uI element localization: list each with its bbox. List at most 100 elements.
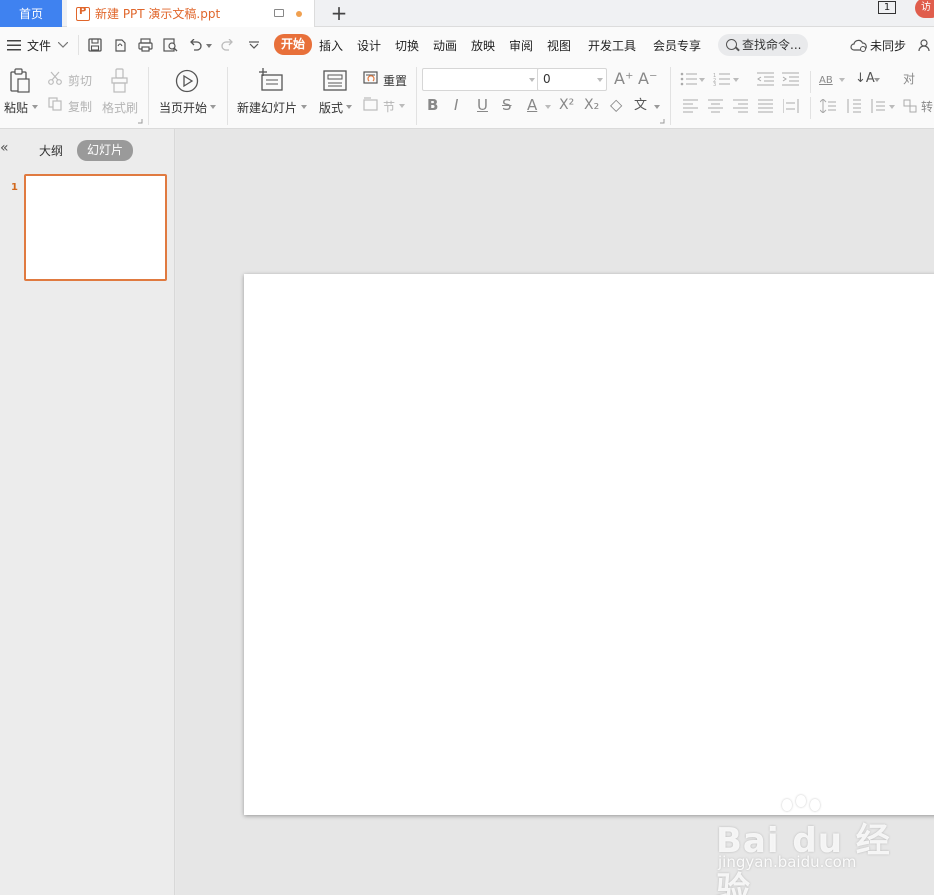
increase-indent-icon[interactable] [782,72,800,86]
bullets-dropdown-icon[interactable] [699,78,705,82]
paste-dropdown-icon[interactable] [32,105,38,109]
export-pdf-icon[interactable] [113,38,127,52]
distribute-icon[interactable] [783,99,799,113]
font-launcher-icon[interactable] [660,119,665,124]
undo-icon[interactable] [189,39,202,51]
cut-button[interactable]: 剪切 [68,72,92,89]
save-icon[interactable] [88,38,102,52]
menu-icon[interactable] [7,40,21,51]
grow-font-icon[interactable]: A⁺ [614,71,633,87]
align-right-icon[interactable] [733,99,749,113]
paste-icon[interactable] [9,68,31,94]
menu-tab-home[interactable]: 开始 [274,34,312,55]
phonetic-guide-icon[interactable]: 文 [634,98,647,113]
file-menu[interactable]: 文件 [27,37,51,54]
undo-dropdown-icon[interactable] [206,44,212,48]
menu-tab-developer[interactable]: 开发工具 [588,37,636,54]
strikethrough-icon[interactable]: S [502,98,512,113]
font-name-select[interactable] [422,68,539,91]
tab-outline[interactable]: 大纲 [39,142,63,159]
new-tab-button[interactable]: + [329,2,349,24]
from-current-button[interactable]: 当页开始 [159,99,207,116]
align-left-icon[interactable] [683,99,699,113]
phonetic-dropdown-icon[interactable] [654,105,660,109]
menu-tab-animation[interactable]: 动画 [433,37,457,54]
justify-icon[interactable] [758,99,774,113]
new-slide-dropdown-icon[interactable] [301,105,307,109]
subscript-icon[interactable]: X₂ [584,98,599,113]
bullets-icon[interactable] [680,72,698,86]
sort-dropdown-icon[interactable] [874,78,880,82]
font-color-icon[interactable]: A [527,98,537,113]
italic-icon[interactable]: I [454,98,458,113]
menu-tab-insert[interactable]: 插入 [319,37,343,54]
reset-slide-icon[interactable] [363,71,379,85]
section-icon[interactable] [363,97,379,111]
cloud-icon[interactable] [850,39,867,52]
layout-icon[interactable] [323,70,347,92]
share-user-icon[interactable] [918,39,932,52]
print-preview-icon[interactable] [163,38,178,52]
spacing-dropdown-icon[interactable] [889,105,895,109]
monitor-icon[interactable] [274,9,284,17]
tab-slides[interactable]: 幻灯片 [77,140,133,161]
clear-format-icon[interactable]: ◇ [610,97,622,113]
print-icon[interactable] [138,38,153,52]
layout-dropdown-icon[interactable] [346,105,352,109]
reset-button[interactable]: 重置 [383,72,407,89]
collapse-panel-icon[interactable]: « [0,140,9,156]
layout-button[interactable]: 版式 [319,99,343,116]
menu-tab-slideshow[interactable]: 放映 [471,37,495,54]
font-color-dropdown-icon[interactable] [545,105,551,109]
numbering-dropdown-icon[interactable] [733,78,739,82]
play-from-current-icon[interactable] [175,69,199,93]
bold-icon[interactable]: B [427,98,438,113]
window-count-badge[interactable]: 1 [878,1,896,14]
new-slide-button[interactable]: 新建幻灯片 [237,99,297,116]
font-size-select[interactable]: 0 [537,68,607,91]
align-text-icon[interactable]: 对 [903,72,915,87]
align-center-icon[interactable] [708,99,724,113]
sync-status[interactable]: 未同步 [870,37,906,54]
scissors-icon[interactable] [48,71,62,85]
customize-toolbar-icon[interactable] [249,41,259,49]
menu-tab-view[interactable]: 视图 [547,37,571,54]
tab-home[interactable]: 首页 [0,0,62,27]
from-current-dropdown-icon[interactable] [210,105,216,109]
decrease-indent-icon[interactable] [757,72,775,86]
underline-icon[interactable]: U [477,98,488,113]
paragraph-spacing-icon[interactable] [845,99,861,113]
line-spacing-icon[interactable] [820,99,836,113]
menu-tab-review[interactable]: 审阅 [509,37,533,54]
sort-text-icon[interactable]: ↓A [855,71,875,86]
format-painter-icon[interactable] [110,68,130,94]
section-button[interactable]: 节 [383,98,395,115]
format-painter-button[interactable]: 格式刷 [102,99,138,116]
columns-spacing-icon[interactable] [870,99,886,113]
avatar[interactable]: 访 [915,0,934,18]
tab-document[interactable]: 新建 PPT 演示文稿.ppt [67,0,315,27]
numbering-icon[interactable]: 123 [713,72,731,86]
menu-tab-transition[interactable]: 切换 [395,37,419,54]
superscript-icon[interactable]: X² [559,98,574,113]
paste-button[interactable]: 粘贴 [4,99,28,116]
clipboard-launcher-icon[interactable] [138,119,143,124]
copy-icon[interactable] [48,97,62,111]
slide-canvas[interactable] [244,274,934,815]
convert-smartart-icon[interactable] [903,99,917,113]
shrink-font-icon[interactable]: A⁻ [638,71,657,87]
font-size-dropdown-icon[interactable] [597,78,603,82]
text-box-dropdown-icon[interactable] [839,78,845,82]
redo-icon[interactable] [221,39,234,51]
section-dropdown-icon[interactable] [399,104,405,108]
chevron-down-icon[interactable] [58,42,68,48]
menu-tab-member[interactable]: 会员专享 [653,37,701,54]
convert-icon[interactable]: 转 [921,100,933,115]
copy-button[interactable]: 复制 [68,98,92,115]
text-box-icon[interactable]: AB [819,73,833,88]
command-search[interactable]: 查找命令... [718,34,808,56]
menu-tab-design[interactable]: 设计 [357,37,381,54]
font-name-dropdown-icon[interactable] [529,78,535,82]
new-slide-icon[interactable] [258,68,284,92]
slide-thumbnail[interactable] [24,174,167,281]
